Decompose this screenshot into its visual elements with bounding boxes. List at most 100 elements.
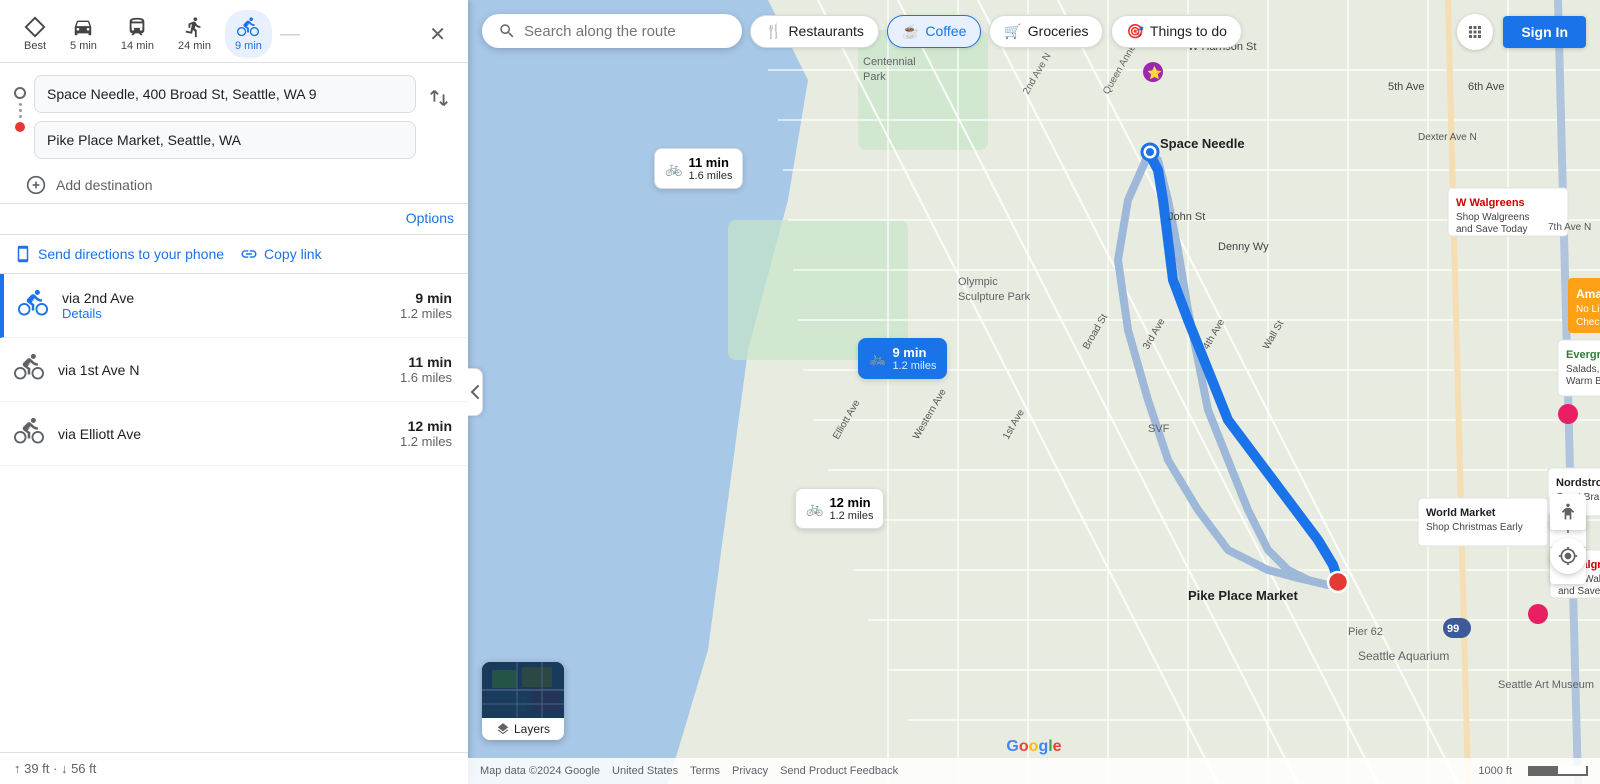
destination-dot xyxy=(15,122,25,132)
svg-text:Denny Wy: Denny Wy xyxy=(1218,241,1269,253)
scale-label: 1000 ft xyxy=(1478,765,1512,777)
bubble-time-3: 12 min xyxy=(829,495,873,510)
route-bike-icon-3 xyxy=(14,416,44,451)
svg-text:Centennial: Centennial xyxy=(863,56,916,68)
add-destination-icon xyxy=(26,175,46,195)
sign-in-button[interactable]: Sign In xyxy=(1503,16,1586,48)
street-view-button[interactable] xyxy=(1550,494,1586,530)
mid-dot-3 xyxy=(19,115,22,118)
grid-icon xyxy=(1466,23,1484,41)
bubble-info-1: 9 min 1.2 miles xyxy=(892,345,936,372)
copy-link-button[interactable]: Copy link xyxy=(240,245,322,263)
elevation-text: ↑ 39 ft · ↓ 56 ft xyxy=(14,761,96,776)
svg-text:Evergreens: Evergreens xyxy=(1566,349,1600,361)
svg-text:John St: John St xyxy=(1168,211,1205,223)
privacy-link[interactable]: Privacy xyxy=(732,765,768,777)
filter-restaurants-button[interactable]: 🍴 Restaurants xyxy=(750,15,879,48)
scale-bar xyxy=(1528,766,1588,776)
origin-input[interactable] xyxy=(34,75,416,113)
svg-text:Warm Bowls: Warm Bowls xyxy=(1566,376,1600,387)
mode-walk-label: 24 min xyxy=(178,40,211,52)
route-option-2[interactable]: via 1st Ave N 11 min 1.6 miles xyxy=(0,338,468,402)
actions-bar: Send directions to your phone Copy link xyxy=(0,235,468,274)
mode-transit[interactable]: 14 min xyxy=(111,10,164,58)
route-dist-3: 1.2 miles xyxy=(400,434,452,449)
elevation-bar: ↑ 39 ft · ↓ 56 ft xyxy=(0,752,468,784)
bubble-time-1: 9 min xyxy=(892,345,936,360)
route-via-2: via 1st Ave N xyxy=(58,362,400,378)
route-option-1[interactable]: via 2nd Ave Details 9 min 1.2 miles xyxy=(0,274,468,338)
map-search-input[interactable] xyxy=(524,23,724,40)
route-list: via 2nd Ave Details 9 min 1.2 miles via … xyxy=(0,274,468,752)
map-canvas: Space Needle Pike Place Market Olympic S… xyxy=(468,0,1600,784)
layers-label: Layers xyxy=(482,718,564,740)
close-button[interactable]: ✕ xyxy=(421,18,454,51)
svg-text:No Lines, No: No Lines, No xyxy=(1576,304,1600,315)
route-timing-3: 12 min 1.2 miles xyxy=(400,418,452,449)
route-timing-1: 9 min 1.2 miles xyxy=(400,290,452,321)
route-dist-2: 1.6 miles xyxy=(400,370,452,385)
route-bubble-9min[interactable]: 🚲 9 min 1.2 miles xyxy=(858,338,947,379)
filter-coffee-label: Coffee xyxy=(925,23,966,39)
layers-icon xyxy=(496,722,510,736)
mode-car[interactable]: 5 min xyxy=(60,10,107,58)
directions-panel: Best 5 min 14 min 24 min 9 min — ✕ xyxy=(0,0,468,784)
svg-text:Dexter Ave N: Dexter Ave N xyxy=(1418,132,1477,143)
options-button[interactable]: Options xyxy=(406,210,454,226)
google-logo: Google xyxy=(1006,738,1061,756)
svg-text:Salads, Wraps,: Salads, Wraps, xyxy=(1566,364,1600,375)
restaurants-icon: 🍴 xyxy=(765,23,782,40)
map-search-icon xyxy=(498,22,516,40)
map-area[interactable]: Space Needle Pike Place Market Olympic S… xyxy=(468,0,1600,784)
send-directions-button[interactable]: Send directions to your phone xyxy=(14,245,224,263)
route-bike-icon-2 xyxy=(14,352,44,387)
add-destination-row[interactable]: Add destination xyxy=(0,167,468,203)
svg-text:Space Needle: Space Needle xyxy=(1160,136,1245,151)
route-time-2: 11 min xyxy=(400,354,452,370)
collapse-panel-button[interactable] xyxy=(468,368,483,416)
filter-things-to-do-button[interactable]: 🎯 Things to do xyxy=(1111,15,1242,48)
mode-walk[interactable]: 24 min xyxy=(168,10,221,58)
mode-best[interactable]: Best xyxy=(14,10,56,58)
destination-input[interactable] xyxy=(34,121,416,159)
filter-groceries-button[interactable]: 🛒 Groceries xyxy=(989,15,1103,48)
svg-text:Seattle Art Museum: Seattle Art Museum xyxy=(1498,679,1594,691)
route-details-link-1[interactable]: Details xyxy=(62,306,400,321)
svg-text:Park: Park xyxy=(863,71,886,83)
add-destination-label: Add destination xyxy=(56,177,153,193)
filter-coffee-button[interactable]: ☕ Coffee xyxy=(887,15,981,48)
route-timing-2: 11 min 1.6 miles xyxy=(400,354,452,385)
route-option-3[interactable]: via Elliott Ave 12 min 1.2 miles xyxy=(0,402,468,466)
google-apps-button[interactable] xyxy=(1457,14,1493,50)
svg-text:Nordstrom Rack: Nordstrom Rack xyxy=(1556,477,1600,489)
map-top-bar: 🍴 Restaurants ☕ Coffee 🛒 Groceries 🎯 Thi… xyxy=(482,14,1540,48)
svg-text:SVF: SVF xyxy=(1148,423,1170,435)
terms-link[interactable]: Terms xyxy=(690,765,720,777)
copy-link-icon xyxy=(240,245,258,263)
svg-text:World Market: World Market xyxy=(1426,507,1496,519)
my-location-button[interactable] xyxy=(1550,538,1586,574)
svg-text:Pier 62: Pier 62 xyxy=(1348,626,1383,638)
route-mid-dots xyxy=(19,103,22,118)
copyright-text: Map data ©2024 Google xyxy=(480,765,600,777)
route-bubble-11min[interactable]: 🚲 11 min 1.6 miles xyxy=(654,148,743,189)
swap-directions-button[interactable] xyxy=(424,83,454,116)
filter-restaurants-label: Restaurants xyxy=(788,23,863,39)
transport-mode-bar: Best 5 min 14 min 24 min 9 min — ✕ xyxy=(0,0,468,63)
map-search-box[interactable] xyxy=(482,14,742,48)
route-info-3: via Elliott Ave xyxy=(58,426,400,442)
options-bar: Options xyxy=(0,203,468,235)
route-bubble-12min[interactable]: 🚲 12 min 1.2 miles xyxy=(795,488,884,529)
layers-button[interactable]: Layers xyxy=(482,662,564,740)
mode-bike[interactable]: 9 min xyxy=(225,10,272,58)
bubble-bike-icon-3: 🚲 xyxy=(806,500,823,517)
svg-text:Pike Place Market: Pike Place Market xyxy=(1188,588,1299,603)
svg-text:Amazon Go: Amazon Go xyxy=(1576,287,1600,301)
bubble-dist-3: 1.2 miles xyxy=(829,510,873,522)
svg-text:and Save Today: and Save Today xyxy=(1456,224,1528,235)
svg-text:Sculpture Park: Sculpture Park xyxy=(958,291,1031,303)
route-via-1: via 2nd Ave xyxy=(62,290,400,306)
report-link[interactable]: Send Product Feedback xyxy=(780,765,898,777)
svg-text:Shop Christmas Early: Shop Christmas Early xyxy=(1426,522,1523,533)
svg-text:6th Ave: 6th Ave xyxy=(1468,81,1505,93)
